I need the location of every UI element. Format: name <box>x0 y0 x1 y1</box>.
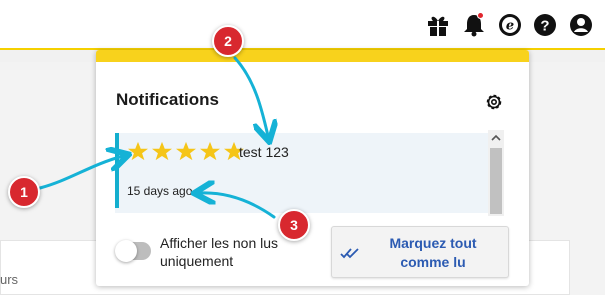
star-icon <box>128 141 148 161</box>
background-text: urs <box>0 272 19 287</box>
popup-accent-bar <box>96 50 529 62</box>
gear-icon[interactable] <box>484 92 504 112</box>
toggle-knob <box>115 240 137 262</box>
notification-item[interactable]: test 123 15 days ago <box>115 133 489 208</box>
notification-title: test 123 <box>239 144 289 160</box>
star-rating <box>127 141 247 161</box>
annotation-badge: 1 <box>8 176 40 208</box>
annotation-badge: 3 <box>278 209 310 241</box>
mark-all-read-label: Marquez tout comme lu <box>389 235 477 270</box>
user-icon[interactable] <box>568 12 594 38</box>
svg-text:e: e <box>506 19 514 34</box>
help-icon[interactable]: ? <box>532 12 558 38</box>
star-icon <box>152 141 172 161</box>
unread-only-toggle[interactable] <box>115 240 151 262</box>
mark-all-read-button[interactable]: Marquez tout comme lu <box>331 226 509 278</box>
star-icon <box>200 141 220 161</box>
scroll-thumb[interactable] <box>490 148 502 214</box>
notification-badge <box>477 12 484 19</box>
annotation-badge: 2 <box>212 25 244 57</box>
notifications-popup: Notifications test 123 15 days ago Affic… <box>96 50 529 286</box>
top-app-bar: e ? <box>0 0 605 50</box>
svg-text:?: ? <box>540 18 549 35</box>
scroll-up-icon[interactable] <box>488 130 504 146</box>
notification-scrollbar[interactable] <box>488 130 504 216</box>
popup-title: Notifications <box>116 90 219 109</box>
e-circle-icon[interactable]: e <box>497 12 523 38</box>
double-check-icon <box>340 248 359 259</box>
star-icon <box>176 141 196 161</box>
notification-list: test 123 15 days ago <box>115 133 492 213</box>
notification-time: 15 days ago <box>127 184 193 198</box>
bell-icon[interactable] <box>461 12 487 38</box>
gift-icon[interactable] <box>425 12 451 38</box>
